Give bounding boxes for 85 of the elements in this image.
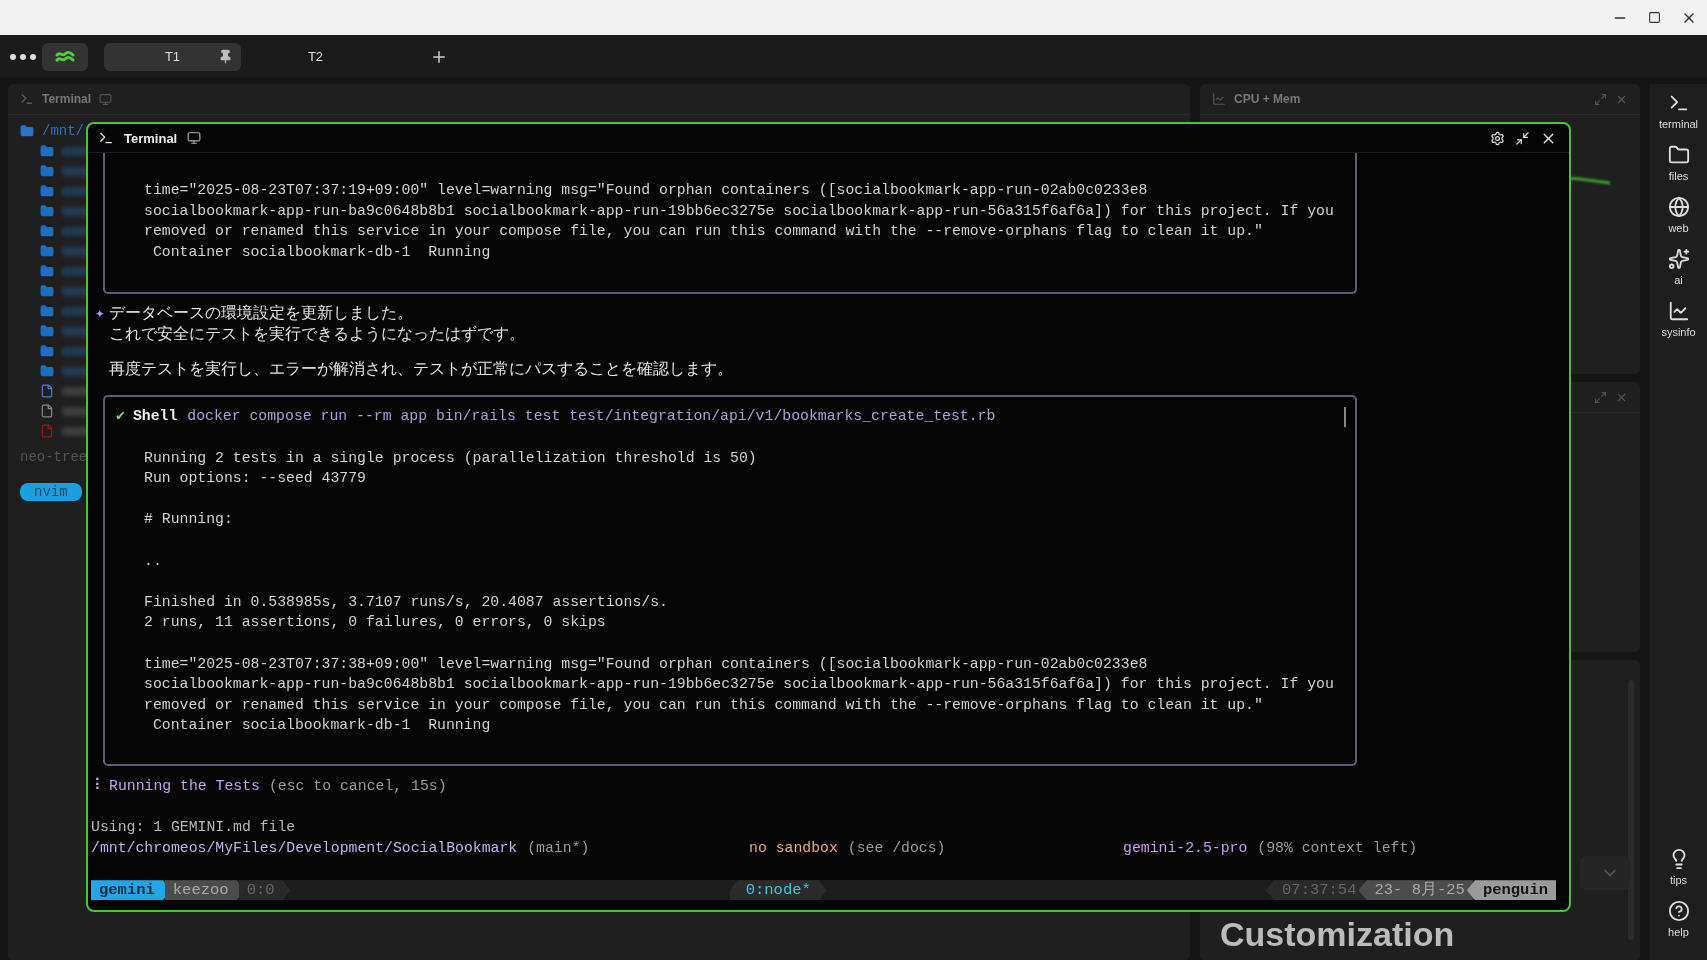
line-chart-icon bbox=[1667, 300, 1690, 322]
file-icon bbox=[40, 404, 54, 418]
status-hint: (esc to cancel, 15s) bbox=[268, 776, 447, 796]
context-left: (98% context left) bbox=[1257, 838, 1418, 858]
folder-icon bbox=[40, 144, 54, 158]
text-cursor bbox=[1344, 407, 1346, 428]
folder-icon bbox=[40, 264, 54, 278]
help-icon bbox=[1667, 900, 1690, 922]
prompt-icon bbox=[98, 130, 114, 146]
folder-icon bbox=[40, 244, 54, 258]
file-icon bbox=[40, 384, 54, 398]
status-segment: 07:37:54 bbox=[1266, 880, 1365, 901]
minimize-icon[interactable] bbox=[1515, 130, 1530, 146]
sparkles-icon bbox=[1667, 248, 1690, 270]
message-line: 再度テストを実行し、エラーが解消され、テストが正常にパスすることを確認します。 bbox=[109, 360, 733, 382]
mode-badge: nvim bbox=[20, 483, 82, 501]
file-icon bbox=[40, 424, 54, 438]
output-line: Finished in 0.538985s, 3.7107 runs/s, 20.4087 assertions/s. bbox=[144, 592, 669, 612]
menu-icon[interactable] bbox=[10, 53, 36, 60]
output-line: removed or renamed this service in your compose file, you can run this command with the --remove-orphans flag to clean it up." bbox=[144, 695, 1264, 715]
settings-icon[interactable] bbox=[1490, 130, 1505, 146]
sidebar-item[interactable]: files bbox=[1667, 144, 1690, 182]
prompt-icon bbox=[20, 92, 34, 106]
model-name: gemini-2.5-pro bbox=[1123, 838, 1248, 858]
window-title: Terminal bbox=[124, 130, 178, 146]
sidebar-item[interactable]: help bbox=[1667, 900, 1690, 938]
output-line: .. bbox=[144, 551, 163, 571]
output-line: Run options: --seed 43779 bbox=[144, 469, 367, 489]
sidebar-item[interactable]: terminal bbox=[1658, 92, 1699, 130]
output-line: Running 2 tests in a single process (parallelization threshold is 50) bbox=[144, 448, 758, 468]
output-line: socialbookmark-app-run-ba9c0648b8b1 socialbookmark-app-run-19bb6ec3275e socialbookmark-app-run-56a315f6af6a]) for this project. If you bbox=[144, 201, 1335, 221]
sandbox-hint: (see /docs) bbox=[847, 838, 946, 858]
sparkle-marker: ✦ bbox=[94, 304, 106, 326]
folder-icon bbox=[40, 324, 54, 338]
output-line: 2 runs, 11 assertions, 0 failures, 0 errors, 0 skips bbox=[144, 613, 607, 633]
monitor-icon[interactable] bbox=[187, 131, 202, 145]
message-line: データベースの環境設定を更新しました。 bbox=[109, 304, 414, 325]
branch-text: (main*) bbox=[527, 838, 590, 858]
pin-icon[interactable] bbox=[218, 48, 233, 64]
tool-name: Shell bbox=[132, 407, 178, 427]
tab[interactable]: T1 bbox=[104, 42, 241, 71]
status-segment: penguin bbox=[1466, 880, 1556, 901]
app-logo-button[interactable] bbox=[42, 42, 88, 71]
globe-icon bbox=[1667, 196, 1690, 218]
output-line: Container socialbookmark-db-1 Running bbox=[151, 242, 492, 262]
maximize-icon[interactable] bbox=[1648, 11, 1661, 24]
shell-command: docker compose run --rm app bin/rails test test/integration/api/v1/bookmarks_create_test.rb bbox=[187, 407, 996, 427]
check-mark: ✔ bbox=[116, 407, 125, 427]
output-line: # Running: bbox=[144, 510, 234, 530]
monitor-icon bbox=[99, 92, 113, 106]
status-segment: 23- 8月-25 bbox=[1358, 880, 1473, 901]
sidebar-item[interactable]: sysinfo bbox=[1661, 300, 1696, 338]
folder-icon bbox=[40, 304, 54, 318]
folder-icon bbox=[40, 364, 54, 378]
tab[interactable]: T2 bbox=[247, 42, 384, 71]
panel-title: Terminal bbox=[42, 92, 92, 106]
sidebar-item[interactable]: ai bbox=[1667, 248, 1690, 286]
folder-icon bbox=[40, 224, 54, 238]
folder-icon bbox=[40, 344, 54, 358]
logo-icon bbox=[55, 49, 75, 64]
folder-icon bbox=[40, 164, 54, 178]
sandbox-text: no sandbox bbox=[749, 838, 838, 858]
output-line: time="2025-08-23T07:37:38+09:00" level=warning msg="Found orphan containers ([socialbookmark-app-run-02ab0c0233e8 bbox=[144, 654, 1149, 674]
path-text: /mnt/chromeos/MyFiles/Development/SocialBookmark bbox=[91, 838, 518, 858]
folder-icon bbox=[20, 124, 34, 138]
status-label: Running the Tests bbox=[109, 776, 260, 796]
context-line: Using: 1 GEMINI.md file bbox=[90, 818, 297, 838]
sidebar-item[interactable]: tips bbox=[1667, 848, 1690, 886]
output-line: Container socialbookmark-db-1 Running bbox=[151, 716, 492, 736]
output-line: time="2025-08-23T07:37:19+09:00" level=warning msg="Found orphan containers ([socialbookmark-app-run-02ab0c0233e8 bbox=[144, 181, 1149, 200]
output-line: socialbookmark-app-run-ba9c0648b8b1 socialbookmark-app-run-19bb6ec3275e socialbookmark-app-run-56a315f6af6a]) for this project. If you bbox=[144, 675, 1335, 695]
message-line: これで安全にテストを実行できるようになったはずです。 bbox=[109, 325, 525, 347]
panel-title: CPU + Mem bbox=[1234, 92, 1301, 106]
output-line: removed or renamed this service in your compose file, you can run this command with the --remove-orphans flag to clean it up." bbox=[144, 222, 1264, 242]
folder-icon bbox=[40, 184, 54, 198]
tree-root: /mnt/ bbox=[42, 123, 84, 139]
folder-icon bbox=[1667, 144, 1690, 166]
window-tab[interactable]: 0:node* bbox=[729, 880, 827, 901]
status-segment: 0:0 bbox=[238, 880, 291, 901]
sidebar-item[interactable]: web bbox=[1667, 196, 1690, 234]
folder-icon bbox=[40, 284, 54, 298]
folder-icon bbox=[40, 204, 54, 218]
section-heading: Customization bbox=[1220, 915, 1455, 954]
chart-icon bbox=[1212, 92, 1226, 106]
spinner-glyph: ⠇ bbox=[94, 776, 106, 796]
